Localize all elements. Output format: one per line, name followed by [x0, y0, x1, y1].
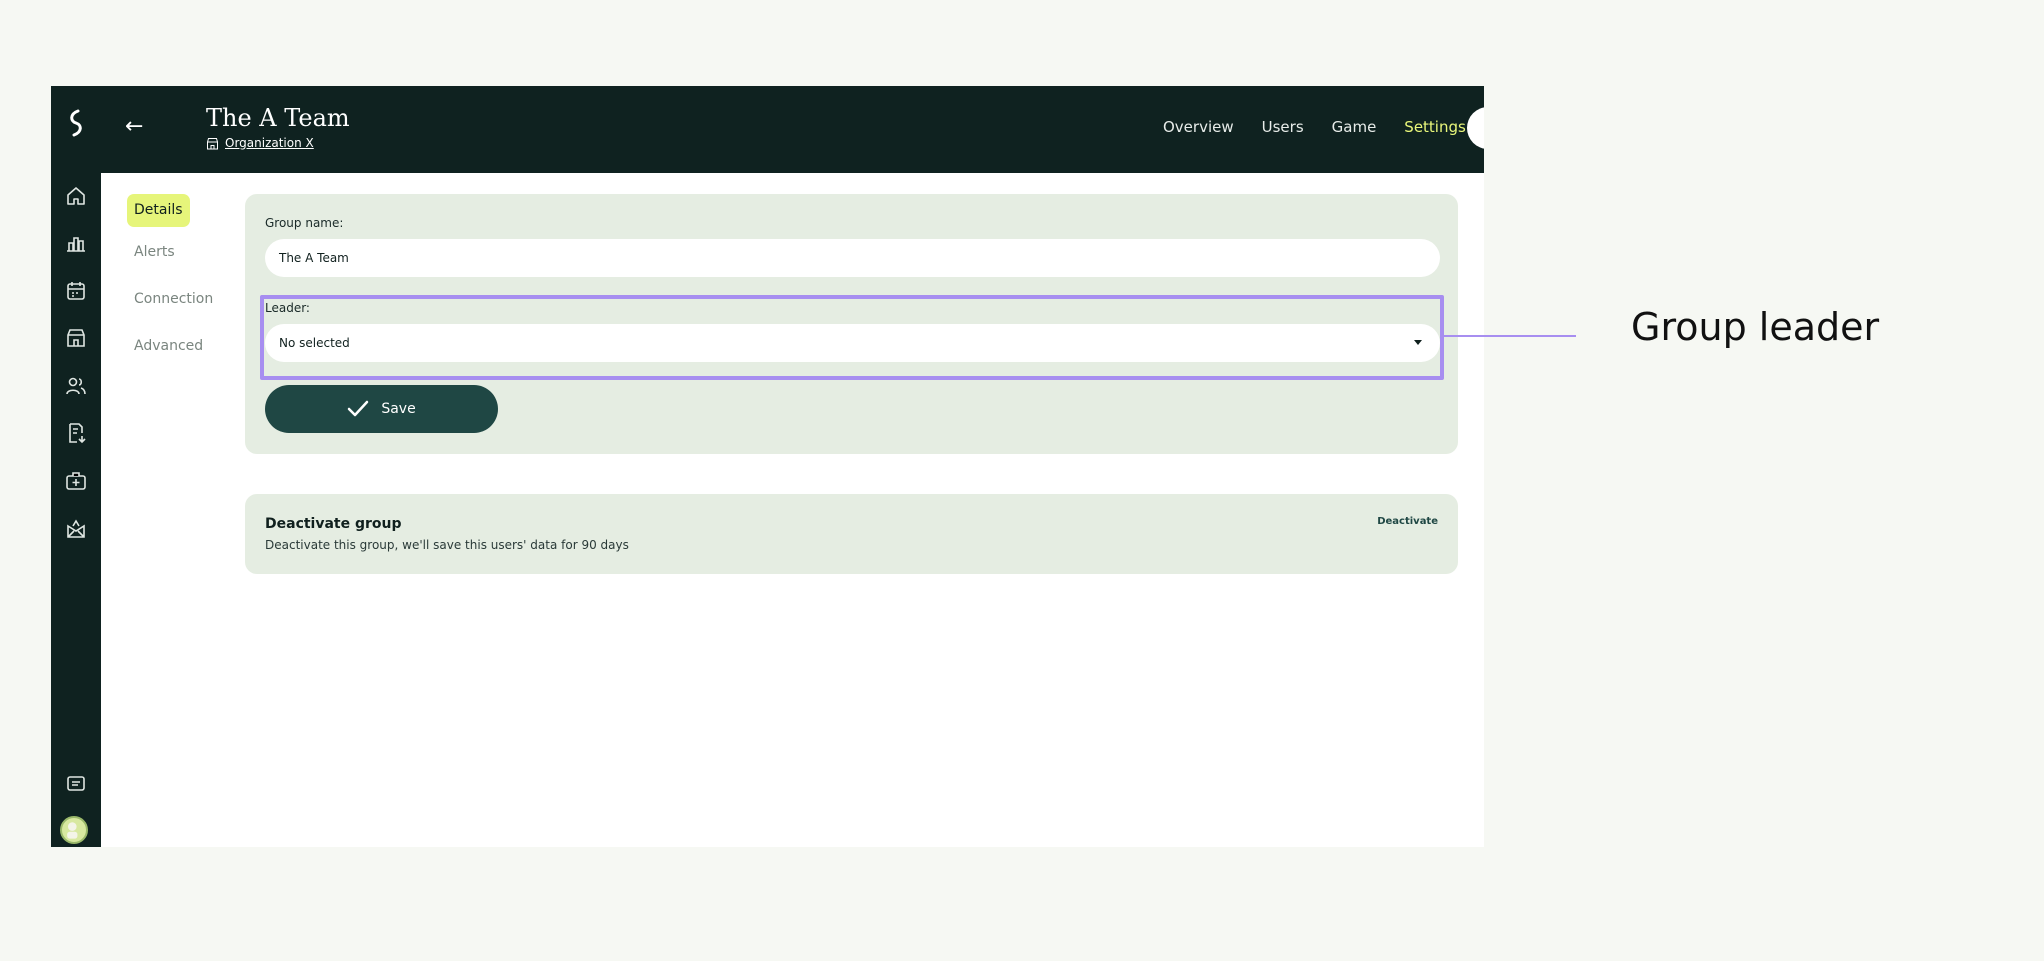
tab-game[interactable]: Game [1332, 118, 1377, 136]
subnav-item-advanced[interactable]: Advanced [127, 338, 210, 354]
group-name-label: Group name: [265, 216, 344, 230]
subnav-item-details[interactable]: Details [127, 194, 190, 227]
store-icon[interactable] [64, 326, 88, 350]
building-icon [207, 137, 218, 149]
icon-rail [51, 86, 101, 847]
deactivate-button[interactable]: Deactivate [1377, 516, 1438, 527]
subnav-item-alerts[interactable]: Alerts [127, 244, 182, 260]
callout-label: Group leader [1631, 305, 1880, 349]
more-options-icon[interactable] [1467, 107, 1484, 149]
users-icon[interactable] [64, 374, 88, 398]
tab-users[interactable]: Users [1262, 118, 1304, 136]
leader-highlight-box [260, 295, 1444, 380]
organization-link[interactable]: Organization X [206, 136, 314, 150]
checkmark-icon [348, 400, 369, 417]
mail-icon[interactable] [64, 517, 88, 541]
back-arrow-icon[interactable]: ← [125, 116, 143, 138]
leaderboard-icon[interactable] [64, 231, 88, 255]
deactivate-description: Deactivate this group, we'll save this u… [265, 538, 629, 552]
callout-line [1444, 335, 1576, 337]
tab-overview[interactable]: Overview [1163, 118, 1234, 136]
save-button[interactable]: Save [265, 385, 498, 433]
page-title: The A Team [206, 104, 350, 132]
top-nav: Overview Users Game Settings [1163, 118, 1466, 136]
app-window: ← The A Team Organization X Overview Use… [51, 86, 1484, 847]
report-icon[interactable] [64, 421, 88, 445]
deactivate-title: Deactivate group [265, 516, 402, 532]
calendar-icon[interactable] [64, 279, 88, 303]
organization-name[interactable]: Organization X [225, 136, 314, 150]
top-bar: ← The A Team Organization X Overview Use… [101, 86, 1484, 173]
subnav-item-connection[interactable]: Connection [127, 291, 220, 307]
user-avatar[interactable] [60, 816, 88, 844]
brand-logo-icon[interactable] [63, 108, 89, 138]
save-button-label: Save [381, 401, 416, 417]
group-name-input[interactable]: The A Team [265, 239, 1440, 277]
deactivate-card: Deactivate group Deactivate this group, … [245, 494, 1458, 574]
tab-settings[interactable]: Settings [1404, 118, 1466, 136]
medical-kit-icon[interactable] [64, 469, 88, 493]
home-icon[interactable] [64, 184, 88, 208]
chat-icon[interactable] [64, 772, 88, 796]
